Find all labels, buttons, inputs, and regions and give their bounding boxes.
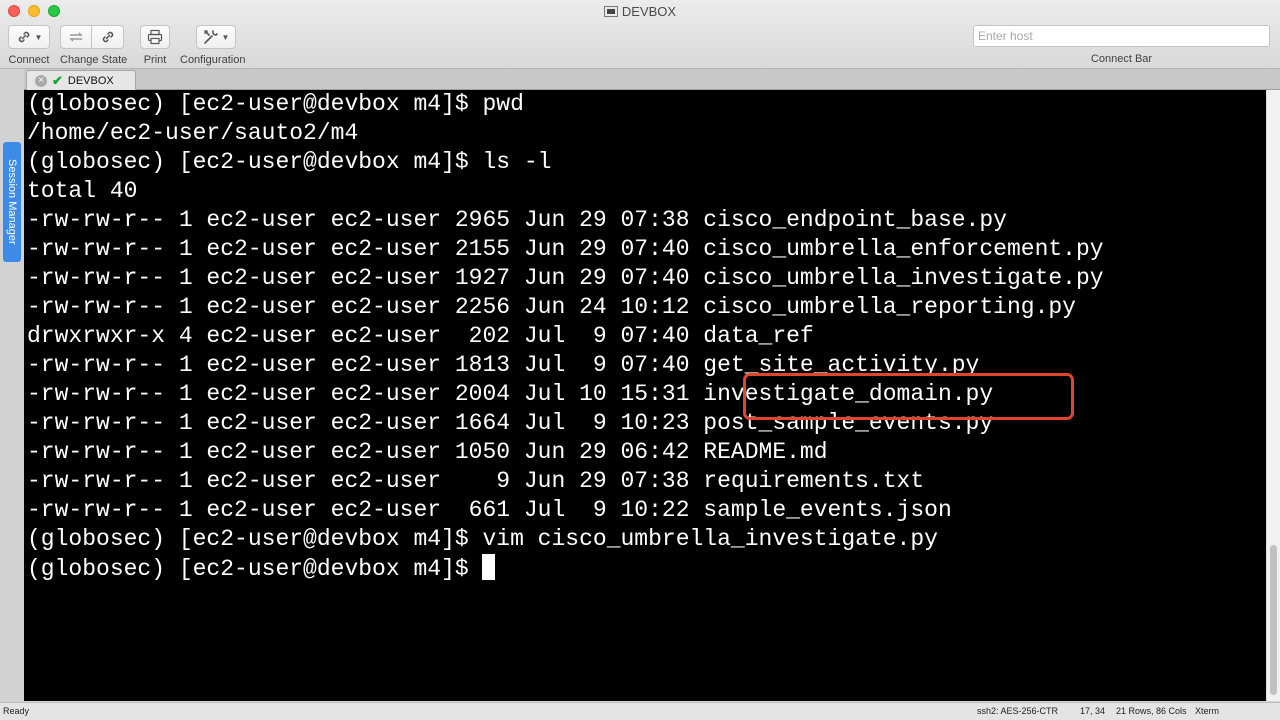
- window-toolbar: DEVBOX ▼ Connect Change State Print ▼ Co…: [0, 0, 1280, 69]
- tab-label: DEVBOX: [67, 74, 114, 87]
- connected-check-icon: ✔: [52, 72, 63, 88]
- cursor-position: 17, 34: [1080, 706, 1106, 716]
- configuration-button[interactable]: ▼: [196, 25, 236, 49]
- session-manager-dock: Session Manager: [0, 69, 24, 702]
- print-group: Print: [140, 25, 170, 66]
- cipher-status: ssh2: AES-256-CTR: [977, 706, 1059, 716]
- terminal-line: -rw-rw-r-- 1 ec2-user ec2-user 1927 Jun …: [27, 265, 1104, 291]
- refresh-icon: [69, 32, 83, 42]
- terminal-line: -rw-rw-r-- 1 ec2-user ec2-user 2965 Jun …: [27, 207, 1007, 233]
- terminal-line: total 40: [27, 178, 138, 204]
- session-tab-strip: × ✔ DEVBOX: [0, 69, 1280, 90]
- status-text: Ready: [3, 706, 30, 716]
- terminal-line: /home/ec2-user/sauto2/m4: [27, 120, 359, 146]
- prompt: (globosec) [ec2-user@devbox m4]$: [27, 556, 483, 582]
- printer-icon: [147, 29, 163, 45]
- terminal-line: drwxrwxr-x 4 ec2-user ec2-user 202 Jul 9…: [27, 323, 814, 349]
- terminal-scrollbar[interactable]: [1266, 90, 1280, 701]
- link-icon: [18, 31, 29, 43]
- terminal-app-icon: [603, 6, 618, 17]
- terminal-line: -rw-rw-r-- 1 ec2-user ec2-user 2256 Jun …: [27, 294, 1076, 320]
- terminal-prompt-line[interactable]: (globosec) [ec2-user@devbox m4]$: [24, 554, 1266, 583]
- connect-group: ▼ Connect: [8, 25, 50, 66]
- status-bar: Ready ssh2: AES-256-CTR 17, 34 21 Rows, …: [0, 702, 1280, 720]
- configuration-group: ▼ Configuration: [180, 25, 245, 66]
- terminal-line: -rw-rw-r-- 1 ec2-user ec2-user 2155 Jun …: [27, 236, 1104, 262]
- connect-label: Connect: [8, 54, 50, 66]
- connect-button[interactable]: ▼: [8, 25, 50, 49]
- text-cursor: [482, 554, 496, 580]
- change-state-group: Change State: [60, 25, 127, 66]
- reconnect-button[interactable]: [60, 25, 92, 49]
- host-input[interactable]: [973, 25, 1270, 47]
- terminal-line: -rw-rw-r-- 1 ec2-user ec2-user 1664 Jul …: [27, 410, 994, 436]
- tab-devbox[interactable]: × ✔ DEVBOX: [26, 70, 136, 90]
- highlight-annotation: [743, 373, 1074, 420]
- terminal-size: 21 Rows, 86 Cols: [1116, 706, 1187, 716]
- link-icon: [102, 31, 113, 43]
- terminal-line: -rw-rw-r-- 1 ec2-user ec2-user 1050 Jun …: [27, 439, 828, 465]
- terminal-line: (globosec) [ec2-user@devbox m4]$ ls -l: [27, 149, 552, 175]
- connect-bar: Connect Bar: [973, 25, 1270, 65]
- terminal-line: -rw-rw-r-- 1 ec2-user ec2-user 1813 Jul …: [27, 352, 980, 378]
- terminal-type: Xterm: [1195, 706, 1220, 716]
- scrollbar-thumb[interactable]: [1270, 545, 1277, 695]
- terminal-view[interactable]: (globosec) [ec2-user@devbox m4]$ pwd/hom…: [24, 90, 1266, 701]
- configuration-label: Configuration: [180, 54, 246, 66]
- window-title: DEVBOX: [0, 4, 1280, 19]
- terminal-line: -rw-rw-r-- 1 ec2-user ec2-user 661 Jul 9…: [27, 497, 952, 523]
- disconnect-button[interactable]: [92, 25, 124, 49]
- terminal-line: (globosec) [ec2-user@devbox m4]$ pwd: [27, 91, 524, 117]
- close-icon[interactable]: ×: [35, 74, 47, 87]
- chevron-down-icon: ▼: [34, 32, 43, 42]
- terminal-line: -rw-rw-r-- 1 ec2-user ec2-user 2004 Jul …: [27, 381, 994, 407]
- print-button[interactable]: [140, 25, 170, 49]
- connect-bar-label: Connect Bar: [1090, 53, 1153, 65]
- terminal-line: (globosec) [ec2-user@devbox m4]$ vim cis…: [27, 526, 938, 552]
- print-label: Print: [143, 54, 167, 66]
- terminal-output: (globosec) [ec2-user@devbox m4]$ pwd/hom…: [24, 90, 1266, 554]
- change-state-label: Change State: [60, 54, 128, 66]
- tools-icon: [203, 30, 218, 44]
- terminal-line: -rw-rw-r-- 1 ec2-user ec2-user 9 Jun 29 …: [27, 468, 925, 494]
- session-manager-tab[interactable]: Session Manager: [3, 142, 21, 262]
- chevron-down-icon: ▼: [221, 32, 230, 42]
